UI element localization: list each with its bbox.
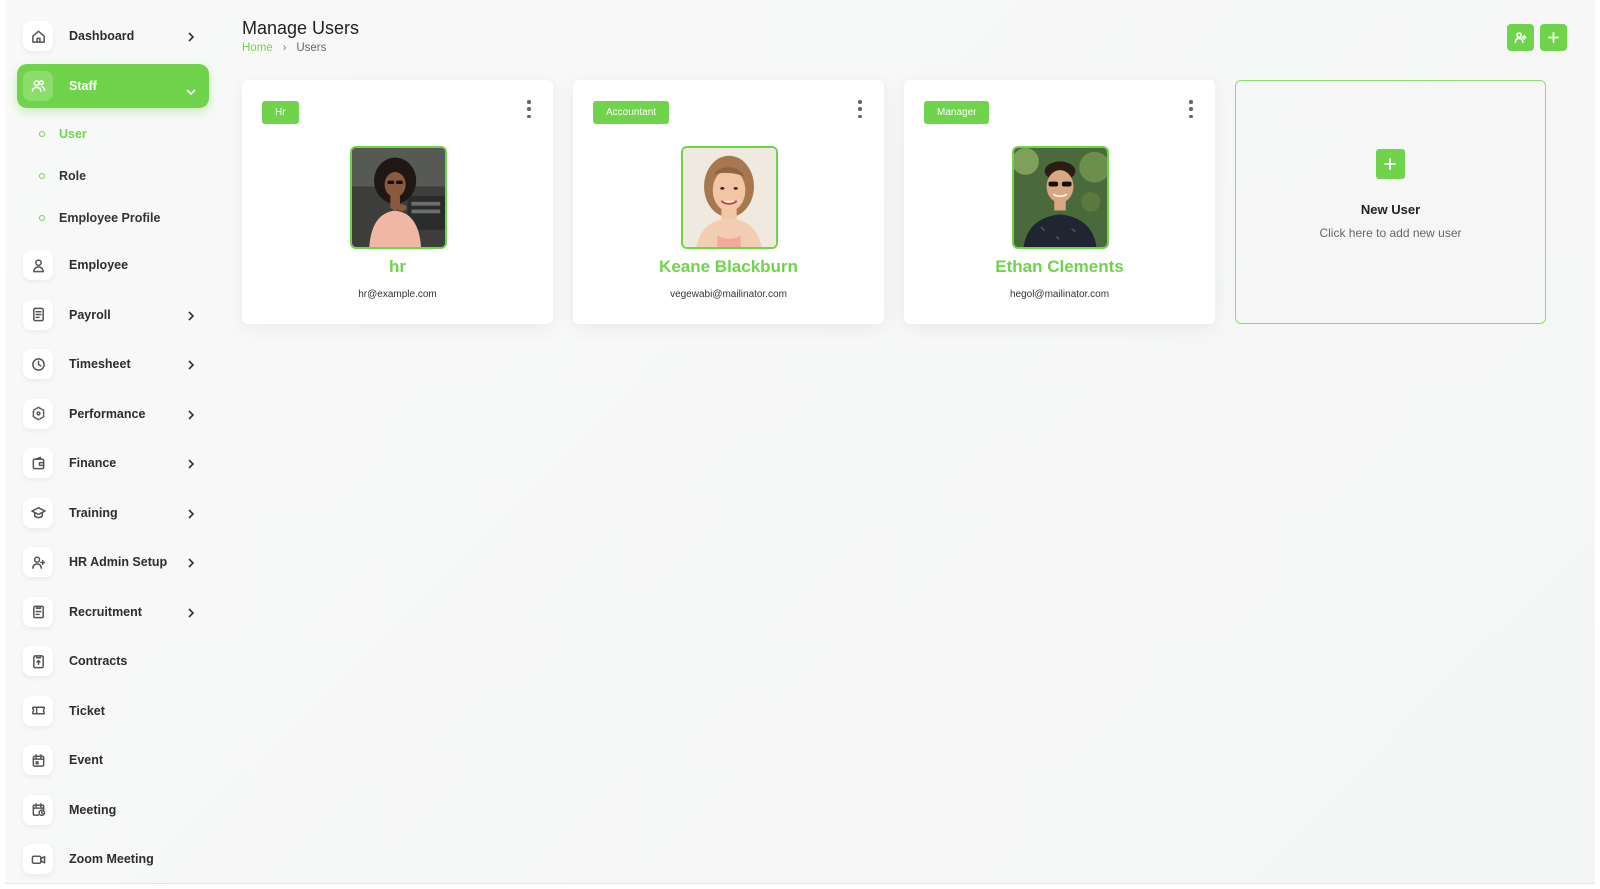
user-card: Manager Ethan Clements hegol@mailinator.…: [904, 80, 1215, 324]
sidebar-item-label: Performance: [69, 406, 146, 421]
user-card: Hr hr hr@example.com: [242, 80, 553, 324]
contract-icon: [23, 646, 53, 676]
avatar: [680, 146, 778, 249]
chevron-right-icon: [187, 606, 195, 618]
staff-submenu: User Role Employee Profile: [17, 113, 209, 239]
sidebar-item-event[interactable]: Event: [17, 738, 209, 782]
sidebar-item-label: Meeting: [69, 802, 117, 817]
cube-icon: [23, 398, 53, 429]
chevron-right-icon: [187, 309, 195, 321]
create-user-button[interactable]: [1540, 24, 1567, 51]
sidebar-item-recruitment[interactable]: Recruitment: [17, 590, 209, 634]
user-plus-icon: [1514, 32, 1527, 43]
sidebar-item-dashboard[interactable]: Dashboard: [17, 14, 209, 58]
sidebar-item-payroll[interactable]: Payroll: [17, 293, 209, 337]
more-options-icon[interactable]: [1187, 100, 1195, 118]
new-user-title: New User: [1360, 202, 1421, 217]
sidebar-item-employee[interactable]: Employee: [17, 243, 209, 287]
role-badge: Accountant: [593, 101, 670, 124]
calendar-icon: [23, 745, 53, 775]
sidebar-item-label: Employee: [69, 258, 129, 272]
sidebar: Dashboard Staff User Role Employee Profi…: [17, 14, 209, 887]
avatar: [1011, 146, 1109, 249]
sidebar-item-staff[interactable]: Staff: [17, 63, 209, 108]
sidebar-subitem-label: User: [59, 127, 87, 141]
sidebar-subitem-user[interactable]: User: [17, 113, 209, 155]
user-card: Accountant Keane Blackburn vegewabi@mail…: [573, 80, 884, 324]
sidebar-item-performance[interactable]: Performance: [17, 392, 209, 436]
new-user-card[interactable]: New User Click here to add new user: [1235, 80, 1546, 324]
avatar: [349, 146, 447, 249]
sidebar-item-finance[interactable]: Finance: [17, 441, 209, 485]
sidebar-item-ticket[interactable]: Ticket: [17, 689, 209, 733]
users-icon: [23, 70, 53, 101]
chevron-right-icon: [187, 30, 195, 42]
sidebar-item-label: Training: [69, 505, 118, 520]
wallet-icon: [23, 448, 53, 478]
role-badge: Hr: [262, 101, 299, 124]
sidebar-item-label: Timesheet: [69, 357, 131, 371]
chevron-right-icon: [187, 358, 195, 370]
plus-icon: [1375, 149, 1405, 179]
user-name[interactable]: Keane Blackburn: [573, 257, 884, 277]
bullet-icon: [39, 215, 45, 221]
sidebar-item-label: Recruitment: [69, 604, 142, 619]
chevron-down-icon: [185, 83, 197, 95]
user-email: vegewabi@mailinator.com: [670, 289, 787, 300]
sidebar-item-training[interactable]: Training: [17, 491, 209, 535]
sidebar-item-label: Zoom Meeting: [69, 852, 154, 866]
chevron-right-icon: [187, 507, 195, 519]
sidebar-item-label: Dashboard: [69, 29, 135, 43]
chevron-right-icon: [187, 408, 195, 420]
chevron-right-icon: [187, 556, 195, 568]
user-plus-icon: [23, 547, 53, 577]
sidebar-item-label: Finance: [69, 456, 117, 470]
sidebar-subitem-role[interactable]: Role: [17, 155, 209, 197]
breadcrumb-current: Users: [296, 42, 327, 54]
header-actions: [1507, 24, 1567, 51]
calendar-clock-icon: [23, 794, 53, 825]
page-title: Manage Users: [242, 18, 360, 38]
chevron-right-icon: ›: [282, 42, 287, 54]
plus-icon: [1548, 32, 1559, 43]
sidebar-item-meeting[interactable]: Meeting: [17, 788, 209, 832]
app-window: Dashboard Staff User Role Employee Profi…: [5, 0, 1595, 884]
sidebar-item-label: HR Admin Setup: [69, 555, 168, 569]
sidebar-subitem-employee-profile[interactable]: Employee Profile: [17, 197, 209, 239]
more-options-icon[interactable]: [525, 100, 533, 118]
home-icon: [23, 21, 53, 51]
user-name[interactable]: hr: [242, 257, 553, 277]
role-badge: Manager: [924, 101, 990, 124]
sidebar-item-label: Payroll: [69, 307, 111, 322]
person-icon: [23, 250, 53, 280]
more-options-icon[interactable]: [856, 100, 864, 118]
bullet-icon: [39, 173, 45, 179]
breadcrumb: Home › Users: [242, 42, 326, 54]
sidebar-item-label: Ticket: [69, 703, 105, 718]
sidebar-subitem-label: Employee Profile: [59, 211, 161, 225]
sidebar-item-hr-admin-setup[interactable]: HR Admin Setup: [17, 540, 209, 584]
receipt-icon: [23, 299, 53, 330]
sidebar-subitem-label: Role: [59, 169, 87, 183]
video-icon: [23, 844, 53, 874]
ticket-icon: [23, 695, 53, 726]
sidebar-item-zoom-meeting[interactable]: Zoom Meeting: [17, 837, 209, 881]
sidebar-item-label: Staff: [69, 78, 97, 93]
sidebar-item-label: Contracts: [69, 654, 128, 668]
sidebar-item-timesheet[interactable]: Timesheet: [17, 342, 209, 386]
bullet-icon: [39, 131, 45, 137]
clipboard-icon: [23, 596, 53, 627]
breadcrumb-home-link[interactable]: Home: [242, 42, 273, 54]
sidebar-item-contracts[interactable]: Contracts: [17, 639, 209, 683]
user-name[interactable]: Ethan Clements: [904, 257, 1215, 277]
clock-icon: [23, 349, 53, 379]
graduation-cap-icon: [23, 497, 53, 528]
import-users-button[interactable]: [1507, 24, 1534, 51]
user-email: hegol@mailinator.com: [1009, 289, 1110, 300]
user-card-grid: Hr hr hr@example.com Accountant Keane Bl…: [242, 80, 1546, 324]
new-user-description: Click here to add new user: [1319, 226, 1462, 240]
user-email: hr@example.com: [358, 289, 437, 300]
chevron-right-icon: [187, 457, 195, 469]
sidebar-item-label: Event: [69, 753, 104, 767]
